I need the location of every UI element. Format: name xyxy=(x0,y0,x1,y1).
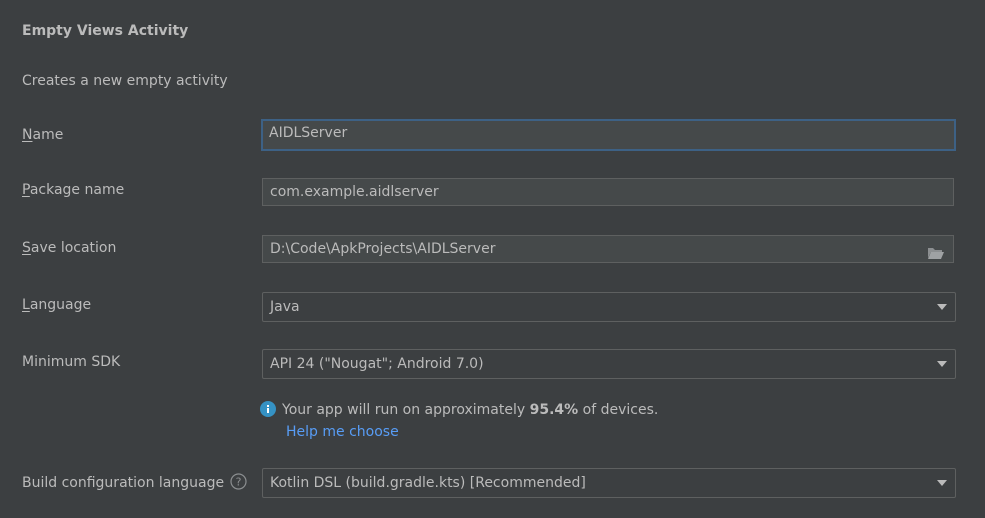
svg-text:?: ? xyxy=(236,476,242,489)
minimum-sdk-select[interactable]: API 24 ("Nougat"; Android 7.0) xyxy=(262,349,956,379)
build-config-value: Kotlin DSL (build.gradle.kts) [Recommend… xyxy=(270,475,586,491)
device-coverage-info: Your app will run on approximately 95.4%… xyxy=(260,400,658,420)
package-name-label: Package name xyxy=(22,182,124,198)
package-name-field[interactable]: com.example.aidlserver xyxy=(262,178,954,206)
name-label-text: ame xyxy=(32,127,64,143)
language-label-text: anguage xyxy=(29,297,92,313)
folder-icon[interactable] xyxy=(927,243,945,259)
save-location-label-text: ave location xyxy=(30,240,117,256)
minimum-sdk-label: Minimum SDK xyxy=(22,354,121,370)
help-me-choose-link[interactable]: Help me choose xyxy=(286,424,399,440)
name-label-mnemonic: N xyxy=(22,127,33,143)
name-value: AIDLServer xyxy=(269,125,348,141)
language-label-mnemonic: L xyxy=(22,297,30,313)
minimum-sdk-value: API 24 ("Nougat"; Android 7.0) xyxy=(270,356,484,372)
page-title: Empty Views Activity xyxy=(22,23,189,39)
package-name-label-text: ackage name xyxy=(29,182,125,198)
page-subtitle: Creates a new empty activity xyxy=(22,73,228,89)
save-location-label-mnemonic: S xyxy=(22,240,31,256)
language-value: Java xyxy=(270,299,300,315)
package-name-label-mnemonic: P xyxy=(22,182,30,198)
save-location-field[interactable]: D:\Code\ApkProjects\AIDLServer xyxy=(262,235,954,263)
save-location-value: D:\Code\ApkProjects\AIDLServer xyxy=(270,241,496,257)
build-config-select[interactable]: Kotlin DSL (build.gradle.kts) [Recommend… xyxy=(262,468,956,498)
save-location-label: Save location xyxy=(22,240,116,256)
chevron-down-icon xyxy=(937,304,947,310)
language-select[interactable]: Java xyxy=(262,292,956,322)
chevron-down-icon xyxy=(937,361,947,367)
build-config-label-text: Build configuration language xyxy=(22,475,225,491)
info-percent: 95.4% xyxy=(529,402,579,418)
info-icon xyxy=(260,401,276,417)
info-prefix: Your app will run on approximately xyxy=(282,402,530,418)
info-suffix: of devices. xyxy=(578,402,659,418)
build-config-label: Build configuration language ? xyxy=(22,473,247,491)
name-field[interactable]: AIDLServer xyxy=(261,119,956,151)
language-label: Language xyxy=(22,297,91,313)
chevron-down-icon xyxy=(937,480,947,486)
name-label: Name xyxy=(22,127,63,143)
help-icon[interactable]: ? xyxy=(230,473,247,490)
package-name-value: com.example.aidlserver xyxy=(270,184,439,200)
